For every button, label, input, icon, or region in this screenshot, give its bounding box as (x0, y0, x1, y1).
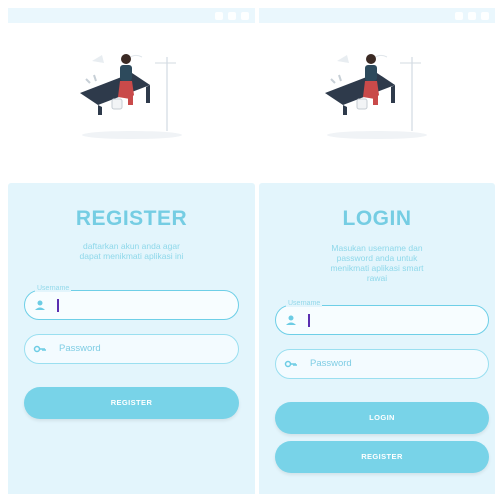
password-placeholder: Password (310, 358, 352, 369)
status-bar (259, 8, 495, 23)
subtitle: daftarkan akun anda agar dapat menikmati… (79, 241, 184, 261)
user-icon (35, 300, 45, 310)
text-cursor (57, 299, 59, 312)
password-field[interactable]: Password (24, 334, 239, 364)
login-panel: LOGIN Masukan username dan password anda… (259, 183, 495, 494)
signal-icon (455, 11, 463, 20)
battery-icon (241, 11, 249, 20)
username-field[interactable]: Username (275, 300, 489, 335)
register-button[interactable]: REGISTER (275, 441, 489, 473)
fishing-person-illustration (79, 54, 182, 139)
wifi-icon (228, 11, 236, 20)
status-bar (8, 8, 255, 23)
fishing-person-illustration (325, 54, 427, 139)
password-placeholder: Password (59, 343, 101, 354)
battery-icon (481, 11, 489, 20)
username-field[interactable]: Username (24, 285, 239, 320)
login-screen: LOGIN Masukan username dan password anda… (259, 8, 495, 494)
text-cursor (308, 314, 310, 327)
key-icon (284, 360, 297, 368)
username-label: Username (286, 300, 323, 307)
signal-icon (215, 11, 223, 20)
subtitle: Masukan username dan password anda untuk… (330, 243, 424, 283)
key-icon (33, 345, 46, 353)
register-screen: REGISTER daftarkan akun anda agar dapat … (8, 8, 255, 494)
password-field[interactable]: Password (275, 349, 489, 379)
user-icon (286, 315, 296, 325)
wifi-icon (468, 11, 476, 20)
login-button[interactable]: LOGIN (275, 402, 489, 434)
username-label: Username (35, 285, 72, 292)
register-button[interactable]: REGISTER (24, 387, 239, 419)
page-title: LOGIN (342, 207, 412, 230)
page-title: REGISTER (75, 207, 188, 230)
register-panel: REGISTER daftarkan akun anda agar dapat … (8, 183, 255, 494)
